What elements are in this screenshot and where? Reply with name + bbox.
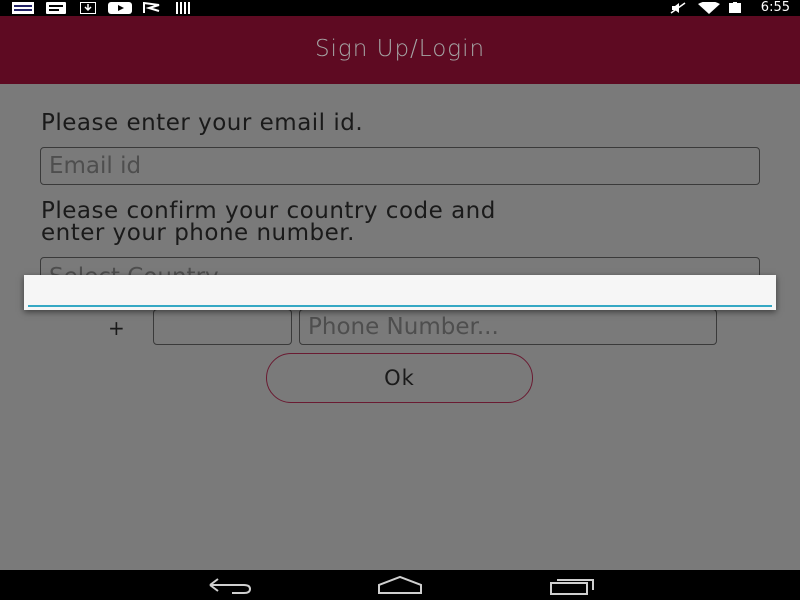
barcode-icon (176, 2, 190, 14)
ok-button[interactable]: Ok (266, 353, 533, 403)
phone-prompt-line2: enter your phone number. (41, 220, 355, 246)
back-icon[interactable] (206, 575, 252, 595)
plus-sign: + (108, 316, 125, 340)
youtube-icon (108, 2, 132, 14)
phone-prompt-line1: Please confirm your country code and (41, 198, 496, 224)
dialog-search-input[interactable] (28, 279, 772, 307)
email-prompt: Please enter your email id. (41, 110, 364, 136)
email-field[interactable] (40, 147, 760, 185)
download-icon (80, 2, 96, 14)
page-title: Sign Up/Login (314, 36, 486, 62)
flag-icon (143, 2, 160, 13)
app-bar: Sign Up/Login (0, 16, 800, 84)
search-dialog (24, 275, 776, 310)
message-icon (46, 2, 66, 14)
country-code-field[interactable] (153, 309, 292, 345)
phone-number-field[interactable] (299, 309, 717, 345)
news-icon (12, 2, 34, 14)
status-time: 6:55 (760, 0, 790, 15)
battery-icon (729, 2, 741, 13)
recents-icon[interactable] (549, 575, 595, 595)
wifi-icon (698, 2, 720, 14)
mute-icon (670, 2, 686, 14)
status-bar: 6:55 (0, 0, 800, 16)
home-icon[interactable] (377, 575, 423, 595)
nav-bar (0, 570, 800, 600)
